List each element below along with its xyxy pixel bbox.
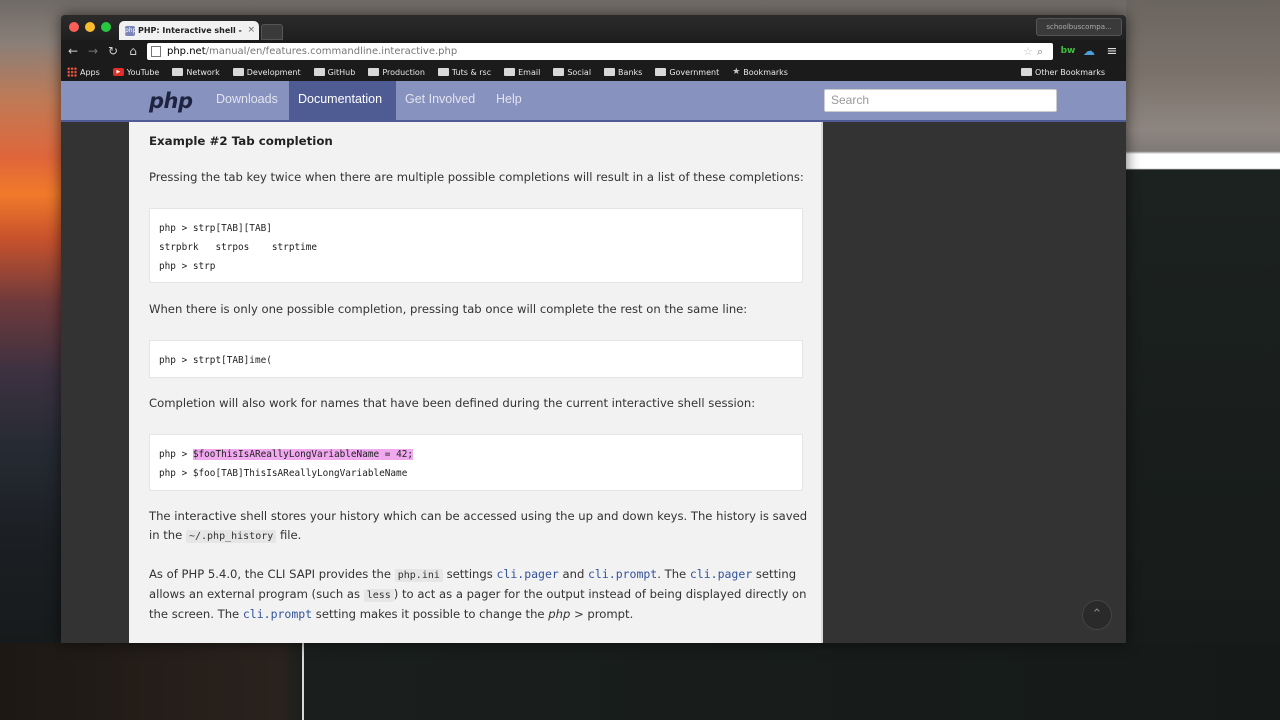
home-icon[interactable]: ⌂: [125, 43, 141, 59]
bookmark-apps[interactable]: Apps: [67, 67, 100, 77]
link-cli-pager[interactable]: cli.pager: [690, 567, 752, 581]
bookmark-social[interactable]: Social: [553, 68, 591, 77]
paragraph-2: When there is only one possible completi…: [149, 302, 748, 316]
folder-icon: [313, 68, 325, 76]
php-favicon-icon: php: [125, 25, 137, 36]
link-cli-prompt[interactable]: cli.prompt: [588, 567, 657, 581]
folder-icon: [553, 68, 565, 76]
desktop-background-window: [1126, 0, 1280, 720]
bookmark-star-icon[interactable]: ☆: [1023, 45, 1037, 58]
folder-icon: [504, 68, 516, 76]
zoom-window-button[interactable]: [101, 22, 111, 32]
paragraph-1: Pressing the tab key twice when there ar…: [149, 170, 804, 184]
code-line: php > strp: [159, 261, 216, 272]
paragraph-4: The interactive shell stores your histor…: [149, 509, 808, 543]
paragraph-5: As of PHP 5.4.0, the CLI SAPI provides t…: [149, 567, 807, 621]
code-block-2: php > strpt[TAB]ime(: [149, 340, 803, 378]
folder-icon: [172, 68, 184, 76]
nav-get-involved[interactable]: Get Involved: [396, 81, 484, 120]
desktop-divider: [302, 643, 304, 720]
nav-help[interactable]: Help: [487, 81, 531, 120]
desktop-bottom-area: [0, 643, 1280, 720]
inline-code: php.ini: [394, 569, 443, 582]
tab-title: PHP: Interactive shell - Ma: [138, 26, 244, 35]
example-title: Example #2 Tab completion: [149, 134, 333, 148]
bookmark-tuts[interactable]: Tuts & rsc: [437, 68, 491, 77]
code-block-3: php > $fooThisIsAReallyLongVariableName …: [149, 434, 803, 491]
bookmark-government[interactable]: Government: [655, 68, 719, 77]
selected-code-text[interactable]: $fooThisIsAReallyLongVariableName = 42;: [192, 449, 413, 460]
doc-sidebar: [825, 124, 1126, 643]
doc-content: Example #2 Tab completion Pressing the t…: [129, 122, 823, 643]
youtube-icon: ▶: [112, 68, 124, 76]
bookmark-banks[interactable]: Banks: [604, 68, 642, 77]
bookmarks-bar: Apps ▶ YouTube Network Development GitHub…: [61, 63, 1126, 81]
other-bookmarks[interactable]: Other Bookmarks: [1021, 68, 1105, 77]
browser-tab[interactable]: php PHP: Interactive shell - Ma ×: [119, 21, 259, 40]
page-icon: [151, 46, 161, 57]
folder-icon: [368, 68, 380, 76]
site-search-input[interactable]: Search: [824, 89, 1057, 112]
browser-toolbar: ← → ↻ ⌂ php.net/manual/en/features.comma…: [61, 40, 1126, 63]
folder-icon: [655, 68, 667, 76]
site-navbar: php Downloads Documentation Get Involved…: [61, 81, 1126, 122]
code-line: php > $foo[TAB]ThisIsAReallyLongVariable…: [159, 468, 408, 479]
apps-grid-icon: [67, 67, 77, 77]
link-cli-pager[interactable]: cli.pager: [497, 567, 559, 581]
bookmark-development[interactable]: Development: [232, 68, 301, 77]
code-line: php > strp[TAB][TAB]: [159, 223, 272, 234]
folder-icon: [1021, 68, 1033, 76]
bookmark-production[interactable]: Production: [368, 68, 425, 77]
code-line: php > $fooThisIsAReallyLongVariableName …: [159, 449, 413, 460]
folder-icon: [437, 68, 449, 76]
close-window-button[interactable]: [69, 22, 79, 32]
menu-icon[interactable]: ≡: [1104, 44, 1120, 59]
url-text: php.net/manual/en/features.commandline.i…: [167, 46, 458, 57]
extension-bw-icon[interactable]: bw: [1060, 44, 1076, 59]
code-line: php > strpt[TAB]ime(: [159, 355, 272, 366]
search-icon[interactable]: ⌕: [1037, 45, 1053, 59]
back-to-top-icon[interactable]: ⌃: [1082, 600, 1112, 630]
link-cli-prompt[interactable]: cli.prompt: [243, 607, 312, 621]
bookmark-youtube[interactable]: ▶ YouTube: [112, 68, 159, 77]
new-tab-button[interactable]: [261, 24, 283, 40]
inline-code: less: [363, 589, 394, 602]
reload-icon[interactable]: ↻: [105, 43, 121, 59]
php-logo[interactable]: php: [149, 89, 193, 113]
inline-code: ~/.php_history: [185, 530, 277, 543]
profile-button[interactable]: schoolbuscompa...: [1036, 18, 1122, 36]
bookmark-github[interactable]: GitHub: [313, 68, 355, 77]
nav-downloads[interactable]: Downloads: [207, 81, 287, 120]
folder-icon: [604, 68, 616, 76]
bookmark-network[interactable]: Network: [172, 68, 220, 77]
bookmark-bookmarks[interactable]: ★ Bookmarks: [732, 67, 788, 77]
address-bar[interactable]: php.net/manual/en/features.commandline.i…: [147, 43, 1053, 60]
browser-titlebar: php PHP: Interactive shell - Ma × school…: [61, 15, 1126, 40]
folder-icon: [232, 68, 244, 76]
cloud-icon[interactable]: ☁: [1081, 44, 1097, 59]
code-line: strpbrk strpos strptime: [159, 242, 318, 253]
minimize-window-button[interactable]: [85, 22, 95, 32]
forward-arrow-icon[interactable]: →: [85, 43, 101, 59]
tab-close-icon[interactable]: ×: [247, 21, 259, 40]
nav-documentation[interactable]: Documentation: [289, 81, 396, 120]
browser-window: php PHP: Interactive shell - Ma × school…: [61, 15, 1126, 643]
code-block-1: php > strp[TAB][TAB] strpbrk strpos strp…: [149, 208, 803, 283]
php-site: php Downloads Documentation Get Involved…: [61, 81, 1126, 643]
bookmark-email[interactable]: Email: [504, 68, 540, 77]
back-arrow-icon[interactable]: ←: [65, 43, 81, 59]
star-icon: ★: [732, 67, 741, 77]
paragraph-3: Completion will also work for names that…: [149, 396, 756, 410]
